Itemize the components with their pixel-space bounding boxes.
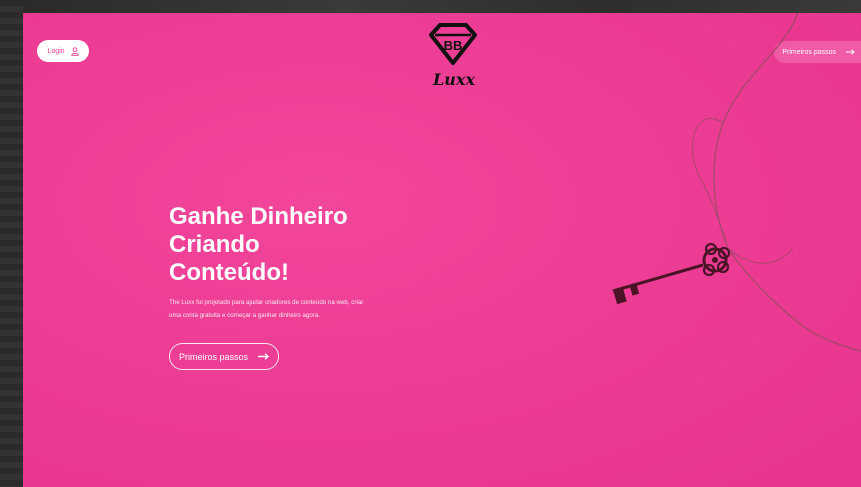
logo-wordmark: Luxx: [432, 70, 475, 89]
login-label: Login: [47, 47, 65, 55]
hero-title: Ganhe Dinheiro Criando Conteúdo!: [169, 203, 409, 287]
diamond-logo-icon: BB Luxx: [429, 23, 477, 89]
hero-title-line: Conteúdo!: [169, 259, 289, 286]
hero-description: The Luxx foi projetado para ajudar criad…: [169, 299, 364, 319]
primeiros-passos-button[interactable]: Primeiros passos: [169, 343, 279, 370]
key-icon: [612, 13, 861, 352]
hero-title-line: Ganhe Dinheiro: [169, 203, 348, 230]
key-image: [543, 13, 861, 487]
arrow-right-icon: [258, 353, 270, 360]
user-icon: [70, 46, 79, 56]
hero-cta-label: Primeiros passos: [178, 351, 249, 362]
browser-frame-left: [0, 0, 23, 487]
browser-frame-top: [0, 0, 861, 13]
landing-page: Login BB Luxx Primeiros passos Ganhe Din…: [23, 13, 861, 487]
logo-monogram: BB: [444, 38, 463, 53]
brand-logo[interactable]: BB Luxx: [421, 17, 485, 91]
login-button[interactable]: Login: [37, 40, 89, 62]
hero-title-line: Criando: [169, 231, 260, 258]
